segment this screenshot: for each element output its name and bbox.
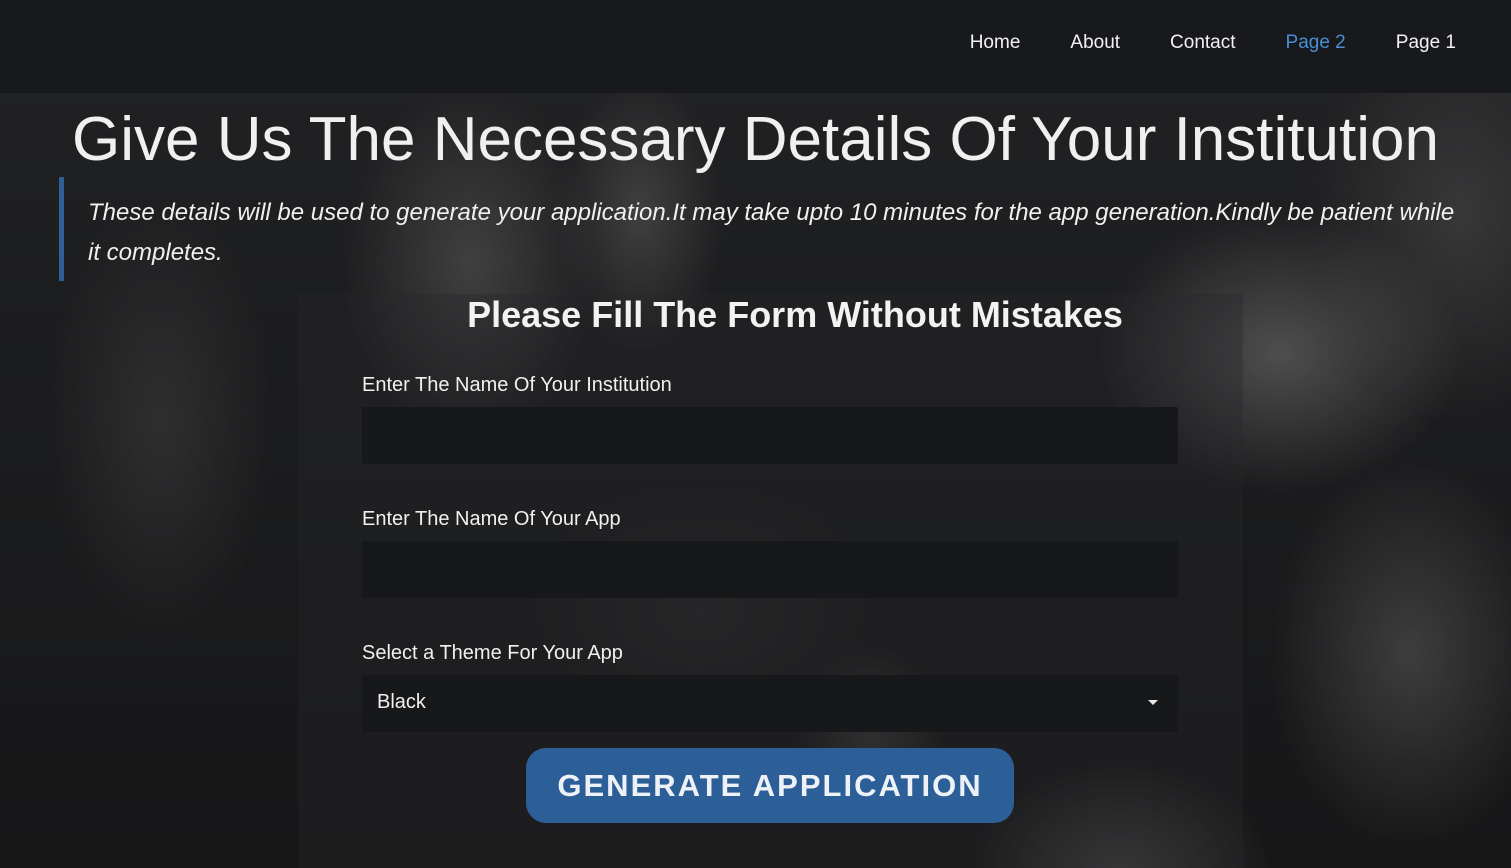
description-text: These details will be used to generate y… — [88, 199, 1455, 266]
nav-links: Home About Contact Page 2 Page 1 — [920, 31, 1456, 55]
theme-select[interactable]: Black — [362, 675, 1178, 732]
nav-home-link[interactable]: Home — [970, 31, 1021, 55]
nav-contact-link[interactable]: Contact — [1170, 31, 1235, 55]
institution-name-input[interactable] — [362, 407, 1178, 464]
nav-page2-link[interactable]: Page 2 — [1286, 31, 1346, 55]
main-content: Give Us The Necessary Details Of Your In… — [0, 93, 1511, 868]
institution-name-label: Enter The Name Of Your Institution — [362, 374, 672, 396]
app-name-field-group: Enter The Name Of Your App — [362, 507, 1178, 598]
form-heading: Please Fill The Form Without Mistakes — [467, 294, 1123, 335]
theme-field-group: Select a Theme For Your App Black — [362, 641, 1178, 732]
nav-about-link[interactable]: About — [1070, 31, 1120, 55]
theme-label: Select a Theme For Your App — [362, 642, 623, 664]
app-name-label: Enter The Name Of Your App — [362, 508, 621, 530]
nav-page1-link[interactable]: Page 1 — [1396, 31, 1456, 55]
page-title: Give Us The Necessary Details Of Your In… — [72, 105, 1439, 174]
top-navbar: Home About Contact Page 2 Page 1 — [0, 0, 1511, 93]
description-blockquote: These details will be used to generate y… — [59, 177, 1459, 281]
caret-down-icon — [1148, 700, 1158, 705]
app-name-input[interactable] — [362, 541, 1178, 598]
institution-field-group: Enter The Name Of Your Institution — [362, 373, 1178, 464]
theme-selected-value: Black — [377, 691, 426, 713]
app-details-form: Enter The Name Of Your Institution Enter… — [362, 373, 1178, 775]
generate-application-button[interactable]: GENERATE APPLICATION — [526, 748, 1014, 823]
